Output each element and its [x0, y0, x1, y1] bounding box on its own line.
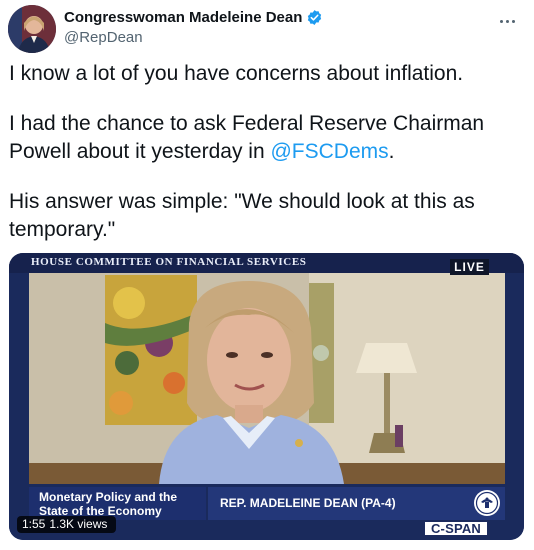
cspan-logo: C-SPAN [424, 521, 488, 536]
committee-banner: HOUSE COMMITTEE ON FINANCIAL SERVICES [31, 256, 307, 268]
tweet-line-2a: I had the chance to ask Federal Reserve … [9, 112, 485, 135]
tweet-line-2b-end: . [388, 140, 395, 163]
author-name-row: Congresswoman Madeleine Dean [64, 7, 323, 27]
tweet-line-3a: His answer was simple: "We should look a… [9, 190, 475, 213]
video-player[interactable]: HOUSE COMMITTEE ON FINANCIAL SERVICES LI… [9, 253, 524, 540]
mention-link[interactable]: @FSCDems [270, 140, 388, 163]
avatar[interactable] [8, 5, 56, 53]
verified-badge-icon [308, 9, 322, 25]
topic-text: Monetary Policy and the State of the Eco… [39, 490, 177, 518]
more-dots-icon[interactable] [500, 10, 520, 23]
views-chip: 1:55 1.3K views [17, 516, 117, 533]
video-duration: 1:55 [22, 517, 46, 531]
speaker-name: REP. MADELEINE DEAN (PA-4) [220, 496, 396, 510]
speaker-box: REP. MADELEINE DEAN (PA-4) [208, 487, 505, 520]
author-handle[interactable]: @RepDean [64, 29, 323, 46]
tweet-card: Congresswoman Madeleine Dean @RepDean I … [0, 0, 534, 550]
tweet-text: I know a lot of you have concerns about … [9, 60, 519, 244]
cspan-top-banner: HOUSE COMMITTEE ON FINANCIAL SERVICES [9, 253, 524, 273]
congressional-seal-icon [474, 490, 500, 516]
tweet-line-3b: temporary." [9, 218, 116, 241]
video-views: 1.3K views [49, 517, 108, 531]
topic-line-1: Monetary Policy and the [39, 490, 178, 504]
live-badge: LIVE [450, 259, 489, 275]
tweet-line-2b: Powell about it yesterday in @FSCDems. [9, 138, 519, 166]
tweet-line-1: I know a lot of you have concerns about … [9, 62, 464, 85]
author-name[interactable]: Congresswoman Madeleine Dean [64, 9, 302, 26]
tweet-line-2b-text: Powell about it yesterday in [9, 140, 271, 163]
author-info: Congresswoman Madeleine Dean @RepDean [64, 7, 323, 46]
